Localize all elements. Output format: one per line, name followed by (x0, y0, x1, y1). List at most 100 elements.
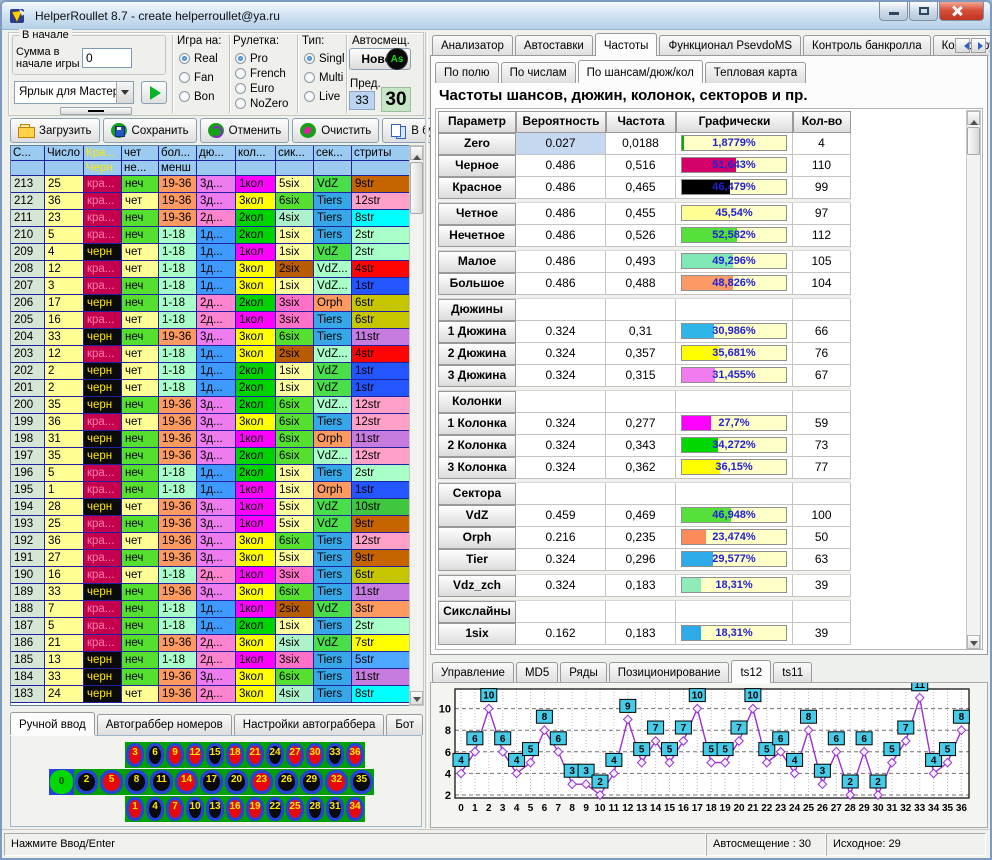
radio-Euro[interactable]: Euro (235, 83, 295, 95)
numpad-cell-29[interactable]: 29 (299, 769, 324, 795)
history-row[interactable]: 2105кра...неч1-181д...2кол1sixTiers2str (11, 227, 409, 244)
numpad-cell-36[interactable]: 36 (345, 742, 365, 768)
history-row[interactable]: 1887кра...неч1-181д...1кол2sixVdZ3str (11, 601, 409, 618)
scrollbar-thumb[interactable] (410, 162, 423, 214)
numpad-cell-5[interactable]: 5 (99, 769, 124, 795)
history-row[interactable]: 18324чернчет19-362д...3кол4sixTiers8str (11, 686, 409, 703)
tab-Анализатор[interactable]: Анализатор (432, 35, 513, 56)
history-header-cell[interactable]: Кра... (84, 146, 122, 161)
history-row[interactable]: 20516кра...чет1-182д...1кол3sixTiers6str (11, 312, 409, 329)
maximize-button[interactable] (909, 2, 938, 21)
scroll-up-icon[interactable] (410, 146, 423, 160)
numpad-cell-13[interactable]: 13 (205, 796, 225, 822)
numpad-cell-17[interactable]: 17 (199, 769, 224, 795)
history-header-cell[interactable] (236, 161, 276, 176)
history-row[interactable]: 19936кра...чет19-363д...3кол6sixTiers12s… (11, 414, 409, 431)
history-row[interactable]: 1965кра...неч1-181д...2кол1sixTiers2str (11, 465, 409, 482)
history-header-cell[interactable] (197, 161, 236, 176)
minimize-button[interactable] (879, 2, 908, 21)
tab-Позиционирование[interactable]: Позиционирование (609, 662, 730, 683)
numpad-cell-32[interactable]: 32 (324, 769, 349, 795)
history-row[interactable]: 18933черннеч19-363д...3кол6sixTiers11str (11, 584, 409, 601)
freq-row[interactable]: 1 Дюжина0.3240,3130,986%66 (438, 321, 851, 343)
freq-header-cell[interactable]: Параметр (438, 111, 516, 133)
tab-Автограббер номеров[interactable]: Автограббер номеров (97, 714, 232, 735)
numpad-cell-10[interactable]: 10 (185, 796, 205, 822)
history-row[interactable]: 21123кра...неч19-362д...2кол4sixTiers8st… (11, 210, 409, 227)
numpad-cell-30[interactable]: 30 (305, 742, 325, 768)
numpad-cell-31[interactable]: 31 (325, 796, 345, 822)
numpad-cell-24[interactable]: 24 (265, 742, 285, 768)
freq-header-cell[interactable]: Вероятность (516, 111, 606, 133)
numpad-cell-22[interactable]: 22 (265, 796, 285, 822)
history-header-cell[interactable]: бол... (159, 146, 197, 161)
history-row[interactable]: 21236кра...чет19-363д...3кол6sixTiers12s… (11, 193, 409, 210)
history-header-cell[interactable]: сек... (314, 146, 352, 161)
tab-MD5[interactable]: MD5 (516, 662, 558, 683)
history-scrollbar[interactable] (409, 145, 424, 706)
numpad-cell-19[interactable]: 19 (245, 796, 265, 822)
button-open-folder[interactable]: Загрузить (10, 118, 100, 143)
numpad-cell-21[interactable]: 21 (245, 742, 265, 768)
tab-Бот[interactable]: Бот (386, 714, 423, 735)
freq-row[interactable]: Дюжины (438, 299, 851, 321)
numpad-cell-18[interactable]: 18 (225, 742, 245, 768)
history-row[interactable]: 1951кра...неч1-181д...1кол1sixOrph1str (11, 482, 409, 499)
scroll-down-icon[interactable] (967, 635, 980, 649)
history-row[interactable]: 2022чернчет1-181д...2кол1sixVdZ1str (11, 363, 409, 380)
freq-row[interactable]: Vdz_zch0.3240,18318,31%39 (438, 575, 851, 597)
numpad-cell-15[interactable]: 15 (205, 742, 225, 768)
numpad-cell-25[interactable]: 25 (285, 796, 305, 822)
history-header-cell[interactable]: кол... (236, 146, 276, 161)
tabs-scroll-right-icon[interactable] (971, 38, 986, 53)
history-row[interactable]: 20433черннеч19-363д...3кол6sixTiers11str (11, 329, 409, 346)
history-row[interactable]: 2012чернчет1-181д...2кол1sixVdZ1str (11, 380, 409, 397)
freq-row[interactable]: Колонки (438, 391, 851, 413)
freq-row[interactable]: Сектора (438, 483, 851, 505)
button-undo[interactable]: Отменить (200, 118, 290, 143)
history-row[interactable]: 19428чернчет19-363д...1кол5sixVdZ10str (11, 499, 409, 516)
history-row[interactable]: 18433черннеч19-363д...3кол6sixTiers11str (11, 669, 409, 686)
preset-combobox[interactable]: Ярлык для Мастер (14, 81, 134, 104)
freq-row[interactable]: Черное0.4860,51651,643%110 (438, 155, 851, 177)
numpad-cell-8[interactable]: 8 (124, 769, 149, 795)
history-header-cell[interactable]: Черн (84, 161, 122, 176)
numpad-cell-2[interactable]: 2 (74, 769, 99, 795)
numpad-cell-6[interactable]: 6 (145, 742, 165, 768)
history-row[interactable]: 20312кра...чет1-181д...3кол2sixVdZ...4st… (11, 346, 409, 363)
numpad-cell-14[interactable]: 14 (174, 769, 199, 795)
tab-Управление[interactable]: Управление (432, 662, 514, 683)
numpad-cell-1[interactable]: 1 (125, 796, 145, 822)
history-row[interactable]: 19735черннеч19-363д...2кол6sixVdZ...12st… (11, 448, 409, 465)
tab-По полю[interactable]: По полю (435, 62, 499, 83)
scroll-up-icon[interactable] (967, 111, 980, 125)
freq-row[interactable]: Красное0.4860,46546,479%99 (438, 177, 851, 199)
numpad-cell-12[interactable]: 12 (185, 742, 205, 768)
history-header-cell[interactable] (45, 161, 84, 176)
scroll-down-icon[interactable] (410, 691, 423, 705)
numpad-cell-20[interactable]: 20 (224, 769, 249, 795)
radio-NoZero[interactable]: NoZero (235, 98, 295, 110)
numpad-cell-27[interactable]: 27 (285, 742, 305, 768)
history-header-cell[interactable]: стриты (352, 146, 410, 161)
history-row[interactable]: 19236кра...чет19-363д...3кол6sixTiers12s… (11, 533, 409, 550)
numpad-cell-3[interactable]: 3 (125, 742, 145, 768)
radio-Real[interactable]: Real (179, 53, 227, 65)
history-header-cell[interactable]: чет (122, 146, 159, 161)
freq-row[interactable]: Orph0.2160,23523,474%50 (438, 527, 851, 549)
button-save[interactable]: Сохранить (103, 118, 197, 143)
numpad-cell-9[interactable]: 9 (165, 742, 185, 768)
history-row[interactable]: 18621кра...неч19-362д...3кол4sixVdZ7str (11, 635, 409, 652)
history-header-cell[interactable]: Число (45, 146, 84, 161)
close-button[interactable] (939, 2, 984, 21)
freq-row[interactable]: 3 Дюжина0.3240,31531,455%67 (438, 365, 851, 387)
history-row[interactable]: 19016кра...чет1-182д...1кол3sixTiers6str (11, 567, 409, 584)
tab-По шансам/дюж/кол[interactable]: По шансам/дюж/кол (578, 60, 703, 83)
tab-Функционал PsevdoMS[interactable]: Функционал PsevdoMS (659, 35, 801, 56)
radio-Bon[interactable]: Bon (179, 91, 227, 103)
numpad-cell-11[interactable]: 11 (149, 769, 174, 795)
history-row[interactable]: 20035черннеч19-363д...2кол6sixVdZ...12st… (11, 397, 409, 414)
history-header-cell[interactable]: менш (159, 161, 197, 176)
history-row[interactable]: 2073кра...неч1-181д...3кол1sixVdZ...1str (11, 278, 409, 295)
history-row[interactable]: 18513черннеч1-182д...1кол3sixTiers5str (11, 652, 409, 669)
